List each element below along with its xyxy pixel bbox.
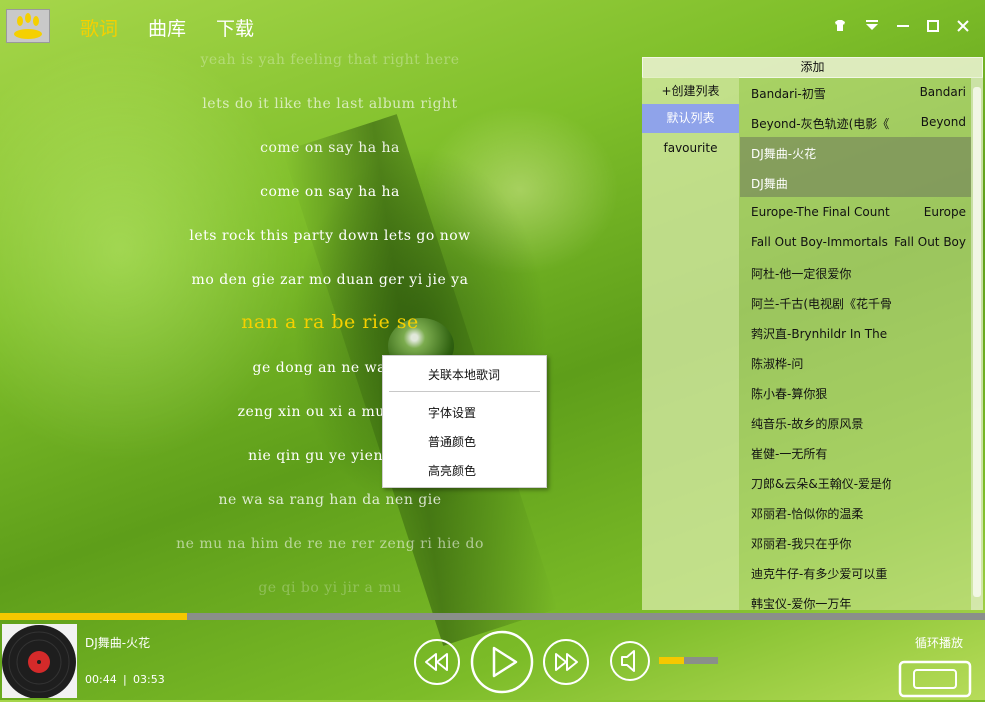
lyric-line: mo den gie zar mo duan ger yi jie ya: [191, 272, 469, 288]
song-row[interactable]: Beyond-灰色轨迹(电影《 Beyond: [740, 107, 971, 137]
song-row[interactable]: 迪克牛仔-有多少爱可以重: [740, 557, 971, 587]
lyric-line: ne wa sa rang han da nen gie: [218, 492, 442, 508]
lyric-line: come on say ha ha: [260, 140, 400, 156]
song-row[interactable]: Bandari-初雪 Bandari: [740, 77, 971, 107]
player-bar: DJ舞曲-火花 00:44 | 03:53 循环播放: [0, 620, 985, 700]
close-icon[interactable]: [953, 16, 973, 36]
song-row[interactable]: 鹁沢直-Brynhildr In The: [740, 317, 971, 347]
song-title: 邓丽君-我只在乎你: [751, 537, 852, 551]
song-row[interactable]: 刀郎&云朵&王翰仪-爱是你: [740, 467, 971, 497]
mini-mode-icon[interactable]: [862, 16, 882, 36]
song-list: Bandari-初雪 Bandari Beyond-灰色轨迹(电影《 Beyond DJ…: [740, 77, 971, 610]
song-title: 刀郎&云朵&王翰仪-爱是你: [751, 477, 891, 491]
song-title: 陈淑桦-问: [751, 357, 804, 371]
lyric-line: lets do it like the last album right: [202, 96, 458, 112]
lyric-line: yeah is yah feeling that right here: [200, 52, 460, 68]
next-icon: [543, 639, 589, 685]
volume-button[interactable]: [609, 640, 651, 686]
playlist-column: +创建列表 默认列表 favourite: [642, 77, 739, 610]
skin-icon[interactable]: [830, 16, 850, 36]
menu-item-normal-color[interactable]: 普通颜色: [428, 433, 476, 450]
song-title: Europe-The Final Count: [751, 205, 890, 219]
playlist-item-default[interactable]: 默认列表: [642, 104, 739, 133]
song-title: DJ舞曲-火花: [751, 147, 817, 161]
previous-button[interactable]: [413, 638, 461, 690]
song-row[interactable]: Fall Out Boy-Immortals Fall Out Boy: [740, 227, 971, 257]
playlist-panel: 添加 +创建列表 默认列表 favourite Bandari-初雪 Bandar…: [642, 57, 983, 610]
time-divider: |: [123, 673, 127, 686]
playback-progress-fill: [0, 613, 188, 620]
next-button[interactable]: [542, 638, 590, 690]
song-title: 迪克牛仔-有多少爱可以重: [751, 567, 888, 581]
song-title: Fall Out Boy-Immortals: [751, 235, 888, 249]
volume-level-fill: [659, 657, 684, 664]
tab-lyrics[interactable]: 歌词: [80, 14, 118, 41]
play-button[interactable]: [470, 630, 534, 698]
song-title: 陈小春-算你狠: [751, 387, 828, 401]
song-title: Beyond-灰色轨迹(电影《: [751, 117, 890, 131]
scrollbar-thumb[interactable]: [973, 87, 981, 597]
add-button[interactable]: 添加: [642, 57, 983, 78]
song-title: DJ舞曲: [751, 177, 788, 191]
current-time: 00:44: [85, 673, 117, 686]
create-playlist-button[interactable]: +创建列表: [642, 77, 739, 106]
menu-item-link-local-lyrics[interactable]: 关联本地歌词: [428, 366, 500, 383]
song-row[interactable]: 阿兰-千古(电视剧《花千骨: [740, 287, 971, 317]
song-row[interactable]: 阿杜-他一定很爱你: [740, 257, 971, 287]
maximize-icon[interactable]: [923, 16, 943, 36]
volume-slider[interactable]: [659, 657, 718, 664]
song-title: 纯音乐-故乡的原风景: [751, 417, 864, 431]
previous-icon: [414, 639, 460, 685]
lyric-line-current: nan a ra be rie se: [241, 311, 419, 333]
song-title: 鹁沢直-Brynhildr In The: [751, 327, 888, 341]
song-row[interactable]: 陈淑桦-问: [740, 347, 971, 377]
speaker-icon: [610, 641, 650, 681]
song-artist: Europe: [923, 205, 966, 219]
song-row[interactable]: DJ舞曲-火花: [740, 137, 971, 167]
lyric-line: come on say ha ha: [260, 184, 400, 200]
now-playing-title: DJ舞曲-火花: [85, 636, 151, 650]
lyric-line: lets rock this party down lets go now: [189, 228, 471, 244]
play-icon: [470, 630, 534, 694]
play-mode-label: 循环播放: [915, 636, 964, 650]
lyric-line: ne mu na him de re ne rer zeng ri hie do: [176, 536, 484, 552]
playlist-item-favourite[interactable]: favourite: [642, 134, 739, 163]
song-row[interactable]: DJ舞曲: [740, 167, 971, 197]
loop-icon: [898, 660, 972, 698]
menu-separator: [389, 391, 540, 392]
app-logo: [6, 9, 50, 43]
song-title: 阿杜-他一定很爱你: [751, 267, 852, 281]
song-title: 邓丽君-恰似你的温柔: [751, 507, 864, 521]
song-artist: Beyond: [920, 115, 966, 129]
lyrics-context-menu: 关联本地歌词 字体设置 普通颜色 高亮颜色: [382, 355, 547, 488]
menu-item-font-settings[interactable]: 字体设置: [428, 404, 476, 421]
play-mode-button[interactable]: [898, 660, 972, 698]
song-row[interactable]: Europe-The Final Count Europe: [740, 197, 971, 227]
menu-item-highlight-color[interactable]: 高亮颜色: [428, 462, 476, 479]
song-title: Bandari-初雪: [751, 87, 826, 101]
song-artist: Fall Out Boy: [894, 235, 966, 249]
song-title: 崔健-一无所有: [751, 447, 828, 461]
song-row[interactable]: 陈小春-算你狠: [740, 377, 971, 407]
tab-library[interactable]: 曲库: [148, 14, 186, 41]
total-time: 03:53: [133, 673, 165, 686]
minimize-icon[interactable]: [893, 16, 913, 36]
song-title: 韩宝仪-爱你一万年: [751, 597, 852, 610]
song-row[interactable]: 韩宝仪-爱你一万年: [740, 587, 971, 610]
song-row[interactable]: 纯音乐-故乡的原风景: [740, 407, 971, 437]
lyric-line: ge qi bo yi jir a mu: [258, 580, 402, 596]
playback-progress-bar[interactable]: [0, 613, 985, 620]
song-title: 阿兰-千古(电视剧《花千骨: [751, 297, 891, 311]
tab-download[interactable]: 下载: [216, 14, 254, 41]
album-art: [2, 624, 77, 699]
song-artist: Bandari: [919, 85, 966, 99]
song-row[interactable]: 崔健-一无所有: [740, 437, 971, 467]
song-row[interactable]: 邓丽君-我只在乎你: [740, 527, 971, 557]
song-row[interactable]: 邓丽君-恰似你的温柔: [740, 497, 971, 527]
song-list-scrollbar[interactable]: [971, 77, 983, 610]
